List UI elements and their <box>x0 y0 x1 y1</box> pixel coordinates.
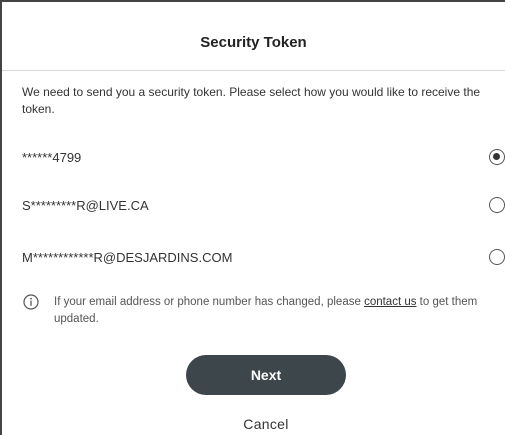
security-token-dialog: Security Token We need to send you a sec… <box>0 0 505 435</box>
option-phone[interactable]: ******4799 <box>2 136 505 180</box>
dialog-header: Security Token <box>2 2 505 71</box>
cancel-button[interactable]: Cancel <box>186 416 346 432</box>
radio-button[interactable] <box>489 197 505 213</box>
option-email-live[interactable]: S*********R@LIVE.CA <box>2 184 505 228</box>
info-text-before: If your email address or phone number ha… <box>54 296 365 308</box>
radio-button[interactable] <box>489 249 505 265</box>
next-button[interactable]: Next <box>186 355 346 395</box>
dialog-title: Security Token <box>200 34 307 51</box>
contact-us-link[interactable]: contact us <box>364 296 416 308</box>
option-label: ******4799 <box>22 150 82 165</box>
radio-dot <box>493 153 500 160</box>
option-email-desjardins[interactable]: M************R@DESJARDINS.COM <box>2 236 505 280</box>
info-message: If your email address or phone number ha… <box>54 294 499 328</box>
info-icon <box>23 294 39 310</box>
intro-text: We need to send you a security token. Pl… <box>22 85 481 116</box>
option-label: S*********R@LIVE.CA <box>22 198 149 213</box>
radio-button[interactable] <box>489 149 505 165</box>
option-label: M************R@DESJARDINS.COM <box>22 250 233 265</box>
